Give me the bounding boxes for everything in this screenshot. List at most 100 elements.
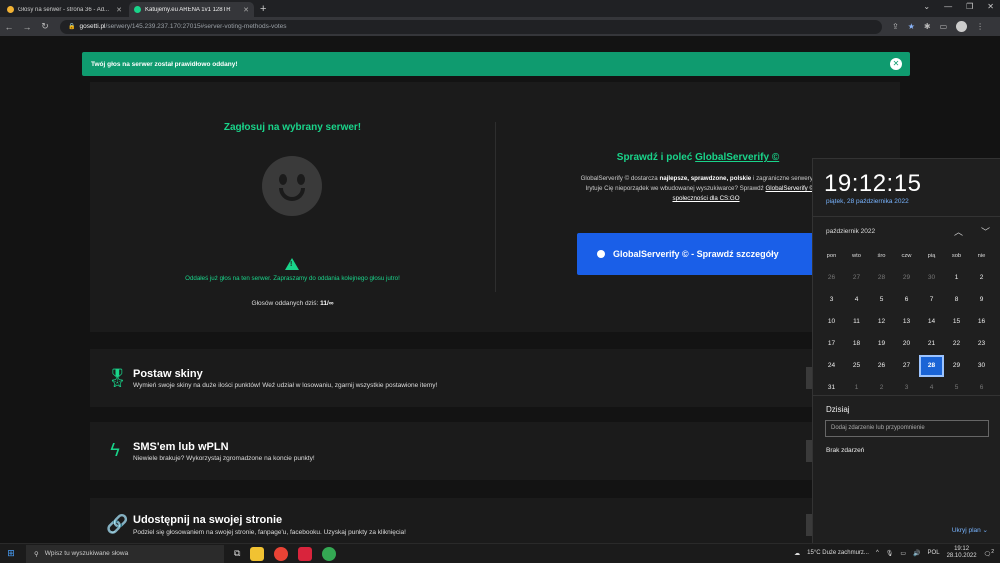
hide-plan-button[interactable]: Ukryj plan ⌄: [952, 526, 988, 534]
calendar-day[interactable]: 2: [969, 267, 994, 289]
minimize-icon[interactable]: —: [944, 2, 952, 11]
language-indicator[interactable]: POL: [928, 550, 940, 556]
feature-desc: Niewiele brakuje? Wykorzystaj zgromadzon…: [133, 455, 315, 462]
search-icon: ⚲: [34, 550, 39, 558]
calendar-day[interactable]: 21: [919, 333, 944, 355]
menu-icon[interactable]: ⋮: [976, 22, 984, 31]
today-label: Dzisiaj: [826, 405, 850, 414]
feature-desc: Wymień swoje skiny na duże ilości punktó…: [133, 382, 438, 389]
maximize-icon[interactable]: ❐: [966, 2, 973, 11]
tab-strip: Głosy na serwer - strona 36 - Ad... ✕ Ka…: [0, 0, 1000, 17]
calendar-day[interactable]: 23: [969, 333, 994, 355]
profile-avatar[interactable]: [956, 21, 968, 32]
chevron-up-icon[interactable]: ︿: [954, 225, 963, 238]
vote-card: Zagłosuj na wybrany serwer! ! Oddałeś ju…: [90, 82, 900, 332]
calendar-day[interactable]: 11: [844, 311, 869, 333]
calendar-day[interactable]: 14: [919, 311, 944, 333]
calendar-day[interactable]: 6: [894, 289, 919, 311]
share-icon[interactable]: ⇪: [892, 22, 899, 31]
weekday-label: pią: [927, 253, 936, 259]
weather-text[interactable]: 15°C Duże zachmurz...: [807, 550, 869, 556]
calendar-day[interactable]: 28: [869, 267, 894, 289]
browser-tab-0[interactable]: Głosy na serwer - strona 36 - Ad... ✕: [2, 2, 127, 17]
calendar-day[interactable]: 3: [819, 289, 844, 311]
community-link[interactable]: społeczności dla CS:GO: [672, 195, 739, 202]
file-explorer-icon[interactable]: [250, 546, 265, 561]
calendar-day[interactable]: 27: [844, 267, 869, 289]
globalserverify-button-label: GlobalServerify © - Sprawdź szczegóły: [613, 249, 779, 259]
taskbar: ⊞ ⚲ Wpisz tu wyszukiwane słowa ⧉ ☁ 15°C …: [0, 543, 1000, 563]
calendar-day[interactable]: 24: [819, 355, 844, 377]
calendar-day[interactable]: 20: [894, 333, 919, 355]
calendar-day-today[interactable]: 28: [919, 355, 944, 377]
calendar-day[interactable]: 4: [844, 289, 869, 311]
calendar-day[interactable]: 15: [944, 311, 969, 333]
forward-icon[interactable]: →: [18, 22, 36, 32]
calendar-day[interactable]: 27: [894, 355, 919, 377]
close-tab-icon[interactable]: ✕: [243, 6, 249, 14]
calendar-day[interactable]: 17: [819, 333, 844, 355]
calendar-flyout: 19:12:15 piątek, 28 października 2022 pa…: [812, 158, 1000, 543]
calendar-day[interactable]: 25: [844, 355, 869, 377]
calendar-day[interactable]: 9: [969, 289, 994, 311]
feature-skins: 🎖 Postaw skiny Wymień swoje skiny na duż…: [90, 349, 900, 407]
taskbar-clock[interactable]: 19:12 28.10.2022: [947, 546, 977, 560]
task-view-icon[interactable]: ⧉: [234, 548, 240, 559]
close-tab-icon[interactable]: ✕: [116, 6, 122, 14]
calendar-day[interactable]: 7: [919, 289, 944, 311]
lock-icon[interactable]: 🔒: [68, 23, 75, 30]
bookmark-star-icon[interactable]: ★: [908, 22, 915, 31]
volume-icon[interactable]: 🔊: [913, 550, 920, 557]
calendar-day[interactable]: 1: [944, 267, 969, 289]
calendar-day[interactable]: 16: [969, 311, 994, 333]
calendar-day[interactable]: 8: [944, 289, 969, 311]
calendar-day[interactable]: 30: [969, 355, 994, 377]
add-event-input[interactable]: Dodaj zdarzenie lub przypomnienie: [825, 420, 989, 437]
chevron-down-icon[interactable]: ﹀: [981, 225, 990, 238]
alert-text: Twój głos na serwer został prawidłowo od…: [91, 60, 238, 68]
start-icon[interactable]: ⊞: [0, 548, 22, 559]
feature-title: Udostępnij na swojej stronie: [133, 514, 283, 526]
taskbar-search[interactable]: ⚲ Wpisz tu wyszukiwane słowa: [26, 544, 224, 563]
smiley-icon: [262, 156, 322, 216]
calendar-day[interactable]: 19: [869, 333, 894, 355]
chevron-up-icon[interactable]: ^: [876, 550, 879, 556]
calendar-day[interactable]: 30: [919, 267, 944, 289]
calendar-day[interactable]: 10: [819, 311, 844, 333]
chrome-active-icon[interactable]: [322, 546, 337, 561]
notification-icon[interactable]: 🗨2: [984, 549, 994, 558]
alert-close-icon[interactable]: ✕: [890, 58, 902, 70]
tab-favicon: [7, 6, 14, 13]
app-red-icon[interactable]: [298, 546, 313, 561]
back-icon[interactable]: ←: [0, 22, 18, 32]
weather-icon[interactable]: ☁: [794, 550, 800, 557]
calendar-day[interactable]: 18: [844, 333, 869, 355]
weekday-label: nie: [977, 253, 986, 259]
close-window-icon[interactable]: ✕: [987, 2, 994, 11]
new-tab-button[interactable]: +: [260, 3, 266, 15]
address-bar[interactable]: 🔒 gosetti.pl/serwery/145.239.237.170:270…: [60, 19, 882, 34]
chrome-icon[interactable]: [274, 546, 289, 561]
clock-date[interactable]: piątek, 28 października 2022: [826, 198, 909, 205]
network-icon[interactable]: ▭: [900, 550, 906, 557]
calendar-day[interactable]: 26: [819, 267, 844, 289]
calendar-day[interactable]: 5: [869, 289, 894, 311]
extensions-icon[interactable]: ✱: [924, 22, 931, 31]
toolbar-icons: ⇪ ★ ✱ ▭ ⋮: [892, 21, 984, 32]
calendar-day[interactable]: 13: [894, 311, 919, 333]
weekday-label: czw: [901, 253, 912, 259]
browser-tab-1[interactable]: Katujemy.eu ARENA 1v1 128TR ✕: [129, 2, 254, 17]
calendar-month[interactable]: październik 2022: [826, 228, 875, 235]
reload-icon[interactable]: ↻: [36, 21, 54, 32]
calendar-day[interactable]: 12: [869, 311, 894, 333]
globalserverify-title-link[interactable]: GlobalServerify ©: [695, 152, 779, 163]
calendar-day[interactable]: 26: [869, 355, 894, 377]
tab-search-icon[interactable]: ⌄: [923, 2, 930, 11]
calendar-day[interactable]: 22: [944, 333, 969, 355]
calendar-day[interactable]: 29: [944, 355, 969, 377]
warning-icon: !: [285, 258, 299, 270]
calendar-day[interactable]: 29: [894, 267, 919, 289]
microphone-icon[interactable]: 🎙: [886, 550, 894, 557]
sidebar-icon[interactable]: ▭: [940, 22, 948, 31]
no-events-text: Brak zdarzeń: [826, 447, 865, 454]
